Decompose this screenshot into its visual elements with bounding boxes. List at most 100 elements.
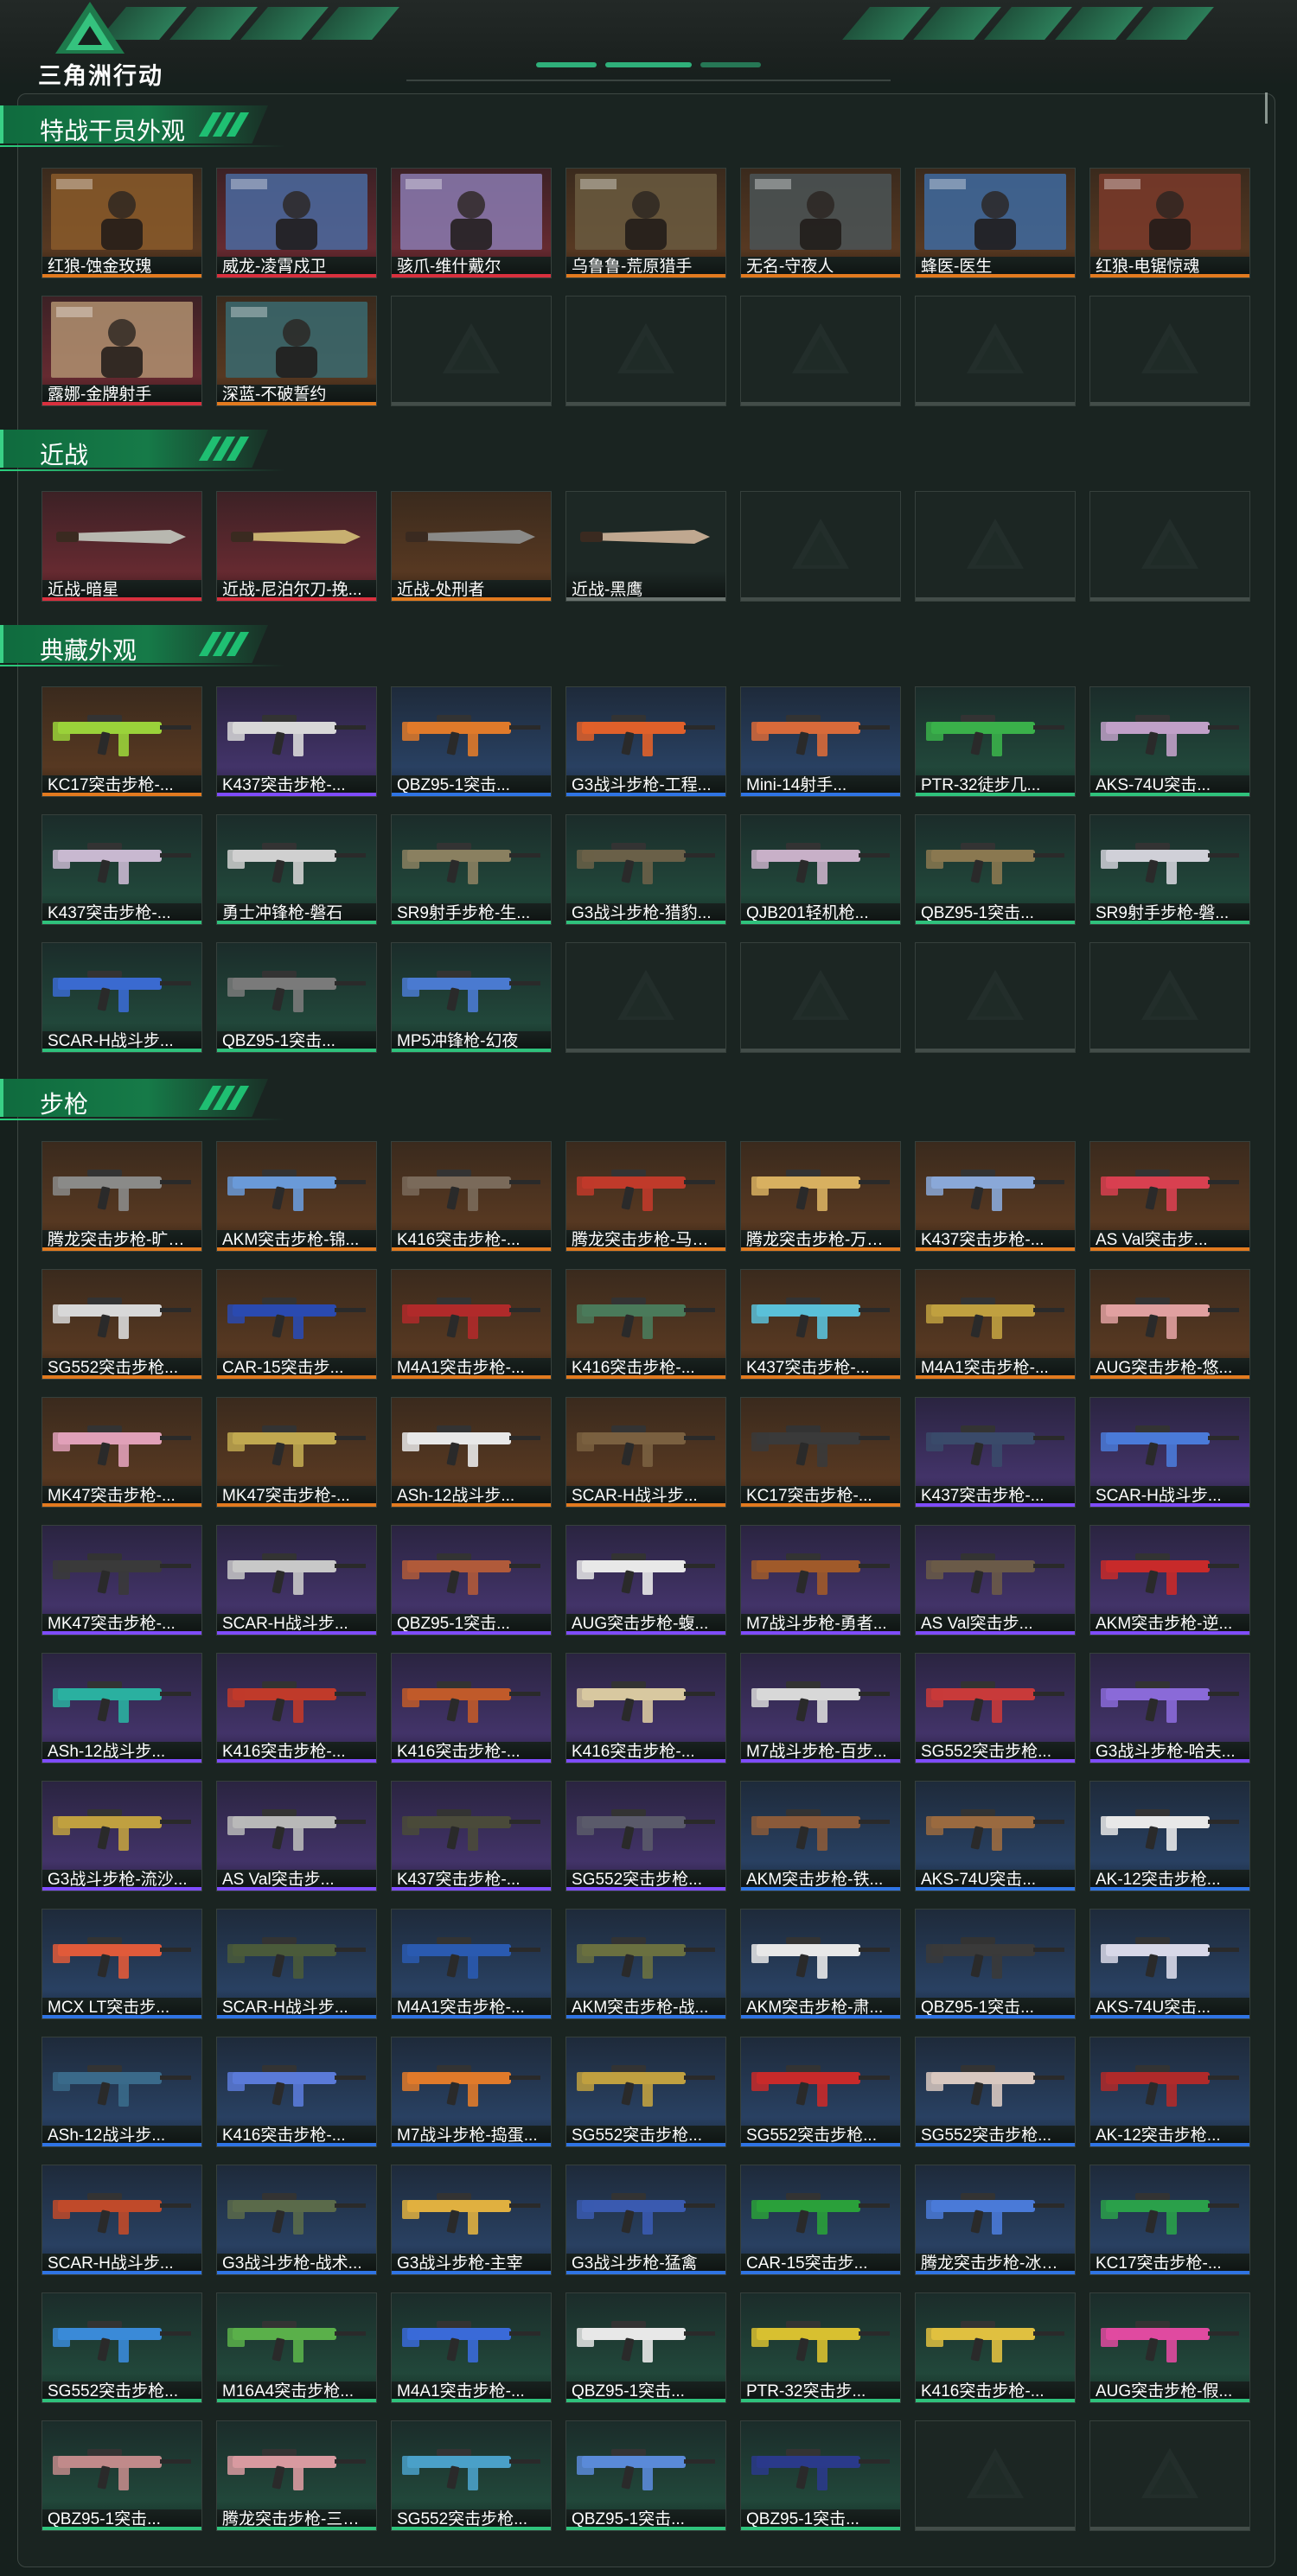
item-card[interactable]: KC17突击步枪-... (740, 1397, 901, 1508)
item-card[interactable]: 骇爪-维什戴尔 (391, 168, 552, 278)
item-card[interactable]: ASh-12战斗步... (42, 1653, 202, 1763)
item-card[interactable]: M4A1突击步枪-... (915, 1269, 1076, 1380)
item-card[interactable]: QBZ95-1突击... (216, 942, 377, 1053)
item-card[interactable]: 红狼-蚀金玫瑰 (42, 168, 202, 278)
item-card[interactable]: QBZ95-1突击... (391, 1525, 552, 1636)
item-card[interactable]: AUG突击步枪-蝮... (565, 1525, 726, 1636)
item-card[interactable]: 蜂医-医生 (915, 168, 1076, 278)
item-card[interactable]: 腾龙突击步枪-万金... (740, 1141, 901, 1252)
item-card[interactable]: SCAR-H战斗步... (216, 1525, 377, 1636)
item-card[interactable]: AKM突击步枪-逆... (1089, 1525, 1250, 1636)
item-card[interactable]: QBZ95-1突击... (391, 686, 552, 797)
item-card[interactable]: M16A4突击步枪... (216, 2292, 377, 2403)
item-card[interactable]: AS Val突击步... (915, 1525, 1076, 1636)
item-card[interactable]: K416突击步枪-... (216, 1653, 377, 1763)
item-card[interactable]: AUG突击步枪-假... (1089, 2292, 1250, 2403)
item-card[interactable]: ASh-12战斗步... (391, 1397, 552, 1508)
item-card[interactable]: 勇士冲锋枪-磐石 (216, 814, 377, 925)
item-card[interactable]: SCAR-H战斗步... (42, 2165, 202, 2275)
item-card[interactable]: 无名-守夜人 (740, 168, 901, 278)
item-card[interactable]: AK-12突击步枪... (1089, 2037, 1250, 2147)
item-card[interactable]: AKM突击步枪-铁... (740, 1781, 901, 1891)
item-card[interactable]: MCX LT突击步... (42, 1909, 202, 2019)
item-card[interactable]: G3战斗步枪-工程... (565, 686, 726, 797)
item-card[interactable]: M7战斗步枪-捣蛋... (391, 2037, 552, 2147)
item-card[interactable]: K416突击步枪-... (391, 1653, 552, 1763)
item-card[interactable]: CAR-15突击步... (216, 1269, 377, 1380)
item-card[interactable]: AKS-74U突击... (915, 1781, 1076, 1891)
item-card[interactable]: 深蓝-不破誓约 (216, 296, 377, 406)
item-card[interactable]: SCAR-H战斗步... (1089, 1397, 1250, 1508)
item-card[interactable]: G3战斗步枪-哈夫... (1089, 1653, 1250, 1763)
item-card[interactable]: SG552突击步枪... (565, 1781, 726, 1891)
item-card[interactable]: QBZ95-1突击... (565, 2292, 726, 2403)
item-card[interactable]: 红狼-电锯惊魂 (1089, 168, 1250, 278)
item-card[interactable]: K437突击步枪-... (391, 1781, 552, 1891)
item-card[interactable]: 腾龙突击步枪-旷野... (42, 1141, 202, 1252)
item-card[interactable]: MK47突击步枪-... (42, 1525, 202, 1636)
item-card[interactable]: AK-12突击步枪... (1089, 1781, 1250, 1891)
item-card[interactable]: AS Val突击步... (1089, 1141, 1250, 1252)
item-card[interactable]: MP5冲锋枪-幻夜 (391, 942, 552, 1053)
item-card[interactable]: KC17突击步枪-... (1089, 2165, 1250, 2275)
item-card[interactable]: 腾龙突击步枪-马年... (565, 1141, 726, 1252)
item-card[interactable]: QBZ95-1突击... (915, 814, 1076, 925)
item-card[interactable]: G3战斗步枪-猎豹... (565, 814, 726, 925)
item-card[interactable]: SG552突击步枪... (565, 2037, 726, 2147)
item-card[interactable]: QBZ95-1突击... (915, 1909, 1076, 2019)
item-card[interactable]: 威龙-凌霄戍卫 (216, 168, 377, 278)
item-card[interactable]: G3战斗步枪-流沙... (42, 1781, 202, 1891)
item-card[interactable]: SCAR-H战斗步... (216, 1909, 377, 2019)
item-card[interactable]: QJB201轻机枪... (740, 814, 901, 925)
item-card[interactable]: AS Val突击步... (216, 1781, 377, 1891)
item-card[interactable]: SG552突击步枪... (740, 2037, 901, 2147)
item-card[interactable]: K416突击步枪-... (391, 1141, 552, 1252)
item-card[interactable]: M4A1突击步枪-... (391, 1909, 552, 2019)
item-card[interactable]: 腾龙突击步枪-三角... (216, 2420, 377, 2531)
item-card[interactable]: QBZ95-1突击... (42, 2420, 202, 2531)
item-card[interactable]: M4A1突击步枪-... (391, 2292, 552, 2403)
item-card[interactable]: 近战-尼泊尔刀-挽... (216, 491, 377, 602)
item-card[interactable]: AKS-74U突击... (1089, 686, 1250, 797)
item-card[interactable]: SCAR-H战斗步... (565, 1397, 726, 1508)
item-card[interactable]: SG552突击步枪... (391, 2420, 552, 2531)
item-card[interactable]: SR9射手步枪-磐... (1089, 814, 1250, 925)
item-card[interactable]: AKM突击步枪-肃... (740, 1909, 901, 2019)
item-card[interactable]: 近战-黑鹰 (565, 491, 726, 602)
item-card[interactable]: K416突击步枪-... (565, 1653, 726, 1763)
item-card[interactable]: AKM突击步枪-战... (565, 1909, 726, 2019)
item-card[interactable]: K416突击步枪-... (216, 2037, 377, 2147)
item-card[interactable]: Mini-14射手... (740, 686, 901, 797)
item-card[interactable]: G3战斗步枪-猛禽 (565, 2165, 726, 2275)
item-card[interactable]: M7战斗步枪-勇者... (740, 1525, 901, 1636)
item-card[interactable]: PTR-32徒步几... (915, 686, 1076, 797)
item-card[interactable]: 腾龙突击步枪-冰天... (915, 2165, 1076, 2275)
item-card[interactable]: 近战-处刑者 (391, 491, 552, 602)
item-card[interactable]: KC17突击步枪-... (42, 686, 202, 797)
item-card[interactable]: SG552突击步枪... (42, 2292, 202, 2403)
item-card[interactable]: PTR-32突击步... (740, 2292, 901, 2403)
item-card[interactable]: K437突击步枪-... (915, 1397, 1076, 1508)
item-card[interactable]: ASh-12战斗步... (42, 2037, 202, 2147)
item-card[interactable]: G3战斗步枪-主宰 (391, 2165, 552, 2275)
item-card[interactable]: CAR-15突击步... (740, 2165, 901, 2275)
item-card[interactable]: 近战-暗星 (42, 491, 202, 602)
item-card[interactable]: AKS-74U突击... (1089, 1909, 1250, 2019)
item-card[interactable]: K416突击步枪-... (565, 1269, 726, 1380)
item-card[interactable]: 乌鲁鲁-荒原猎手 (565, 168, 726, 278)
item-card[interactable]: SR9射手步枪-生... (391, 814, 552, 925)
item-card[interactable]: K437突击步枪-... (740, 1269, 901, 1380)
item-card[interactable]: SG552突击步枪... (915, 1653, 1076, 1763)
item-card[interactable]: G3战斗步枪-战术... (216, 2165, 377, 2275)
item-card[interactable]: QBZ95-1突击... (740, 2420, 901, 2531)
item-card[interactable]: AKM突击步枪-锦... (216, 1141, 377, 1252)
item-card[interactable]: SCAR-H战斗步... (42, 942, 202, 1053)
item-card[interactable]: SG552突击步枪... (915, 2037, 1076, 2147)
item-card[interactable]: K437突击步枪-... (216, 686, 377, 797)
item-card[interactable]: SG552突击步枪... (42, 1269, 202, 1380)
item-card[interactable]: K416突击步枪-... (915, 2292, 1076, 2403)
item-card[interactable]: K437突击步枪-... (42, 814, 202, 925)
item-card[interactable]: M7战斗步枪-百步... (740, 1653, 901, 1763)
item-card[interactable]: M4A1突击步枪-... (391, 1269, 552, 1380)
item-card[interactable]: K437突击步枪-... (915, 1141, 1076, 1252)
